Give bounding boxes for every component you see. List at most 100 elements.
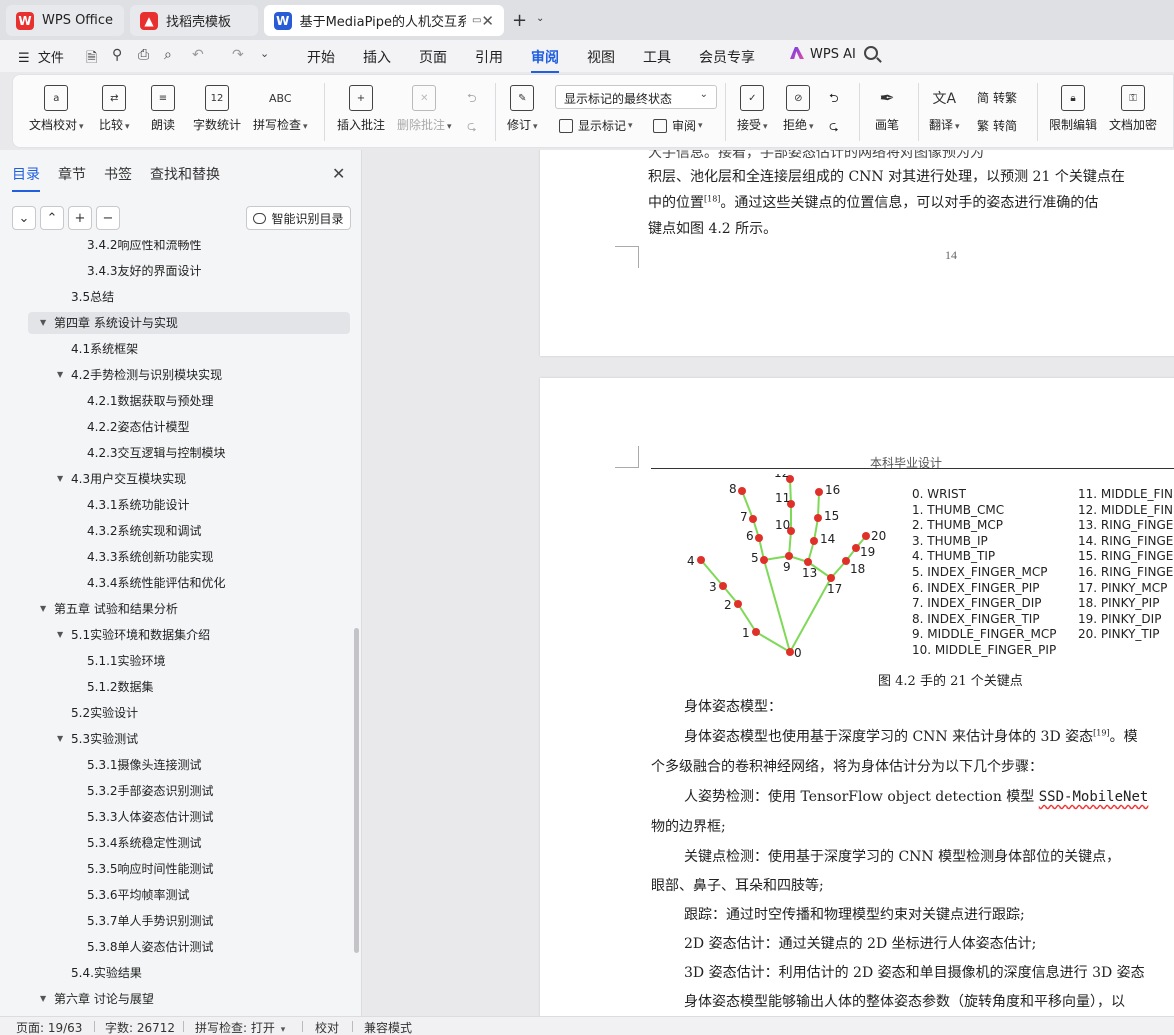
toc-item[interactable]: 4.2.3交互逻辑与控制模块 (0, 442, 350, 464)
tab-templates[interactable]: ▲ 找稻壳模板 (130, 5, 258, 36)
spell-check-indicator[interactable]: 拼写检查: 打开 ▾ (195, 1019, 285, 1035)
toc-item[interactable]: 4.3.2系统实现和调试 (0, 520, 350, 542)
toc-item[interactable]: ▼ 第五章 试验和结果分析 (0, 598, 350, 620)
spell-check-button[interactable]: ABC 拼写检查 ▾ (253, 85, 308, 133)
toc-item[interactable]: ▼ 4.2手势检测与识别模块实现 (0, 364, 350, 386)
toc-item[interactable]: 4.1系统框架 (0, 338, 350, 360)
expand-triangle-icon[interactable]: ▼ (57, 468, 63, 490)
expand-triangle-icon[interactable]: ▼ (57, 624, 63, 646)
toc-item[interactable]: 5.3.6平均帧率测试 (0, 884, 350, 906)
toc-item[interactable]: 4.3.3系统创新功能实现 (0, 546, 350, 568)
encrypt-button[interactable]: ⚿ 文档加密 (1109, 85, 1157, 133)
menu-view[interactable]: 视图 (587, 47, 615, 67)
close-tab-icon[interactable]: ✕ (481, 12, 494, 30)
read-aloud-button[interactable]: ≡ 朗读 (151, 85, 175, 133)
menu-membership[interactable]: 会员专享 (699, 47, 755, 67)
file-menu[interactable]: ☰ 文件 (18, 47, 64, 66)
toc-item[interactable]: 5.3.5响应时间性能测试 (0, 858, 350, 880)
review-pane-button[interactable]: 审阅 ▾ (653, 117, 703, 134)
menu-insert[interactable]: 插入 (363, 47, 391, 67)
tab-wps-office[interactable]: W WPS Office (6, 5, 124, 36)
smart-toc-button[interactable]: 智能识别目录 (246, 206, 351, 230)
remove-heading-button[interactable]: − (96, 206, 120, 230)
tab-toc[interactable]: 目录 (12, 164, 40, 192)
expand-triangle-icon[interactable]: ▼ (40, 598, 46, 620)
toc-item[interactable]: 3.5总结 (0, 286, 350, 308)
toc-item[interactable]: 5.1.2数据集 (0, 676, 350, 698)
menu-review[interactable]: 审阅 (531, 47, 559, 73)
doc-check-button[interactable]: a 文档校对 ▾ (29, 85, 84, 133)
chevron-down-icon[interactable]: ⌄ (260, 47, 269, 60)
toc-item[interactable]: 5.3.3人体姿态估计测试 (0, 806, 350, 828)
add-heading-button[interactable]: + (68, 206, 92, 230)
word-count-indicator[interactable]: 字数: 26712 (105, 1019, 175, 1035)
to-traditional-button[interactable]: 简转繁 (977, 89, 1017, 106)
search-icon[interactable] (864, 46, 878, 60)
next-change-icon[interactable]: ⮎ (829, 117, 839, 138)
wps-ai-button[interactable]: WPS AI (790, 47, 856, 62)
restrict-edit-button[interactable]: 🔒︎ 限制编辑 (1049, 85, 1097, 133)
page-indicator[interactable]: 页面: 19/63 (16, 1019, 82, 1035)
to-simplified-button[interactable]: 繁转简 (977, 117, 1017, 134)
toc-item[interactable]: 5.3.1摄像头连接测试 (0, 754, 350, 776)
close-pane-icon[interactable]: ✕ (332, 164, 345, 183)
next-comment-icon[interactable]: ⮎ (467, 117, 477, 138)
prev-comment-icon[interactable]: ⮌ (467, 89, 477, 110)
toc-item[interactable]: 4.3.4系统性能评估和优化 (0, 572, 350, 594)
undo-icon[interactable]: ↶ (192, 47, 204, 63)
collapse-up-button[interactable]: ⌃ (40, 206, 64, 230)
share-icon[interactable]: ⚲ (112, 47, 122, 63)
menu-home[interactable]: 开始 (307, 47, 335, 67)
chevron-down-icon[interactable]: ⌄ (536, 13, 544, 24)
toc-item[interactable]: ▼ 5.1实验环境和数据集介绍 (0, 624, 350, 646)
word-count-button[interactable]: 12 字数统计 (193, 85, 241, 133)
expand-triangle-icon[interactable]: ▼ (57, 364, 63, 386)
expand-triangle-icon[interactable]: ▼ (40, 988, 46, 1010)
markup-state-select[interactable]: 显示标记的最终状态 ⌄ (555, 85, 717, 109)
pen-button[interactable]: ✒ 画笔 (875, 85, 899, 133)
reject-button[interactable]: ⊘ 拒绝 ▾ (783, 85, 814, 133)
insert-comment-button[interactable]: + 插入批注 (337, 85, 385, 133)
menu-tools[interactable]: 工具 (643, 47, 671, 67)
expand-triangle-icon[interactable]: ▼ (57, 728, 63, 750)
toc-item[interactable]: 3.4.3友好的界面设计 (0, 260, 350, 282)
save-icon[interactable]: 🗎 (86, 47, 97, 71)
revise-button[interactable]: ✎ 修订 ▾ (507, 85, 538, 133)
tab-document[interactable]: W 基于MediaPipe的人机交互系 ▭ ✕ (264, 5, 504, 36)
expand-triangle-icon[interactable]: ▼ (40, 312, 46, 334)
toc-item[interactable]: 5.2实验设计 (0, 702, 350, 724)
toc-item[interactable]: ▼ 5.3实验测试 (0, 728, 350, 750)
toc-item[interactable]: 4.2.1数据获取与预处理 (0, 390, 350, 412)
toc-item[interactable]: 5.4.实验结果 (0, 962, 350, 984)
toc-item[interactable]: 4.2.2姿态估计模型 (0, 416, 350, 438)
nav-scrollbar[interactable] (354, 628, 359, 953)
expand-down-button[interactable]: ⌄ (12, 206, 36, 230)
toc-item[interactable]: 5.3.2手部姿态识别测试 (0, 780, 350, 802)
prev-change-icon[interactable]: ⮌ (829, 89, 839, 110)
monitor-icon[interactable]: ▭ (472, 15, 481, 26)
toc-item[interactable]: 5.1.1实验环境 (0, 650, 350, 672)
toc-item[interactable]: ▼ 第四章 系统设计与实现 (28, 312, 350, 334)
print-preview-icon[interactable]: ⌕ (164, 47, 172, 63)
proofread-indicator[interactable]: 校对 (315, 1019, 339, 1035)
tab-find-replace[interactable]: 查找和替换 (150, 164, 220, 184)
toc-item[interactable]: 3.4.2响应性和流畅性 (0, 240, 350, 256)
toc-item[interactable]: 5.3.4系统稳定性测试 (0, 832, 350, 854)
print-icon[interactable]: ⎙ (138, 47, 149, 63)
accept-button[interactable]: ✓ 接受 ▾ (737, 85, 768, 133)
show-markup-button[interactable]: 显示标记 ▾ (559, 117, 633, 134)
toc-item[interactable]: 4.3.1系统功能设计 (0, 494, 350, 516)
toc-item[interactable]: 5.3.8单人姿态估计测试 (0, 936, 350, 958)
tab-chapters[interactable]: 章节 (58, 164, 86, 184)
redo-icon[interactable]: ↷ (232, 47, 244, 63)
toc-item[interactable]: ▼ 第六章 讨论与展望 (0, 988, 350, 1010)
toc-item[interactable]: 5.3.7单人手势识别测试 (0, 910, 350, 932)
menu-references[interactable]: 引用 (475, 47, 503, 67)
menu-page[interactable]: 页面 (419, 47, 447, 67)
toc-item[interactable]: ▼ 4.3用户交互模块实现 (0, 468, 350, 490)
compare-button[interactable]: ⇄ 比较 ▾ (99, 85, 130, 133)
tab-bookmarks[interactable]: 书签 (104, 164, 132, 184)
translate-button[interactable]: 文A 翻译 ▾ (929, 85, 960, 133)
delete-comment-button[interactable]: ✕ 删除批注 ▾ (397, 85, 452, 133)
new-tab-icon[interactable]: + (512, 10, 527, 31)
